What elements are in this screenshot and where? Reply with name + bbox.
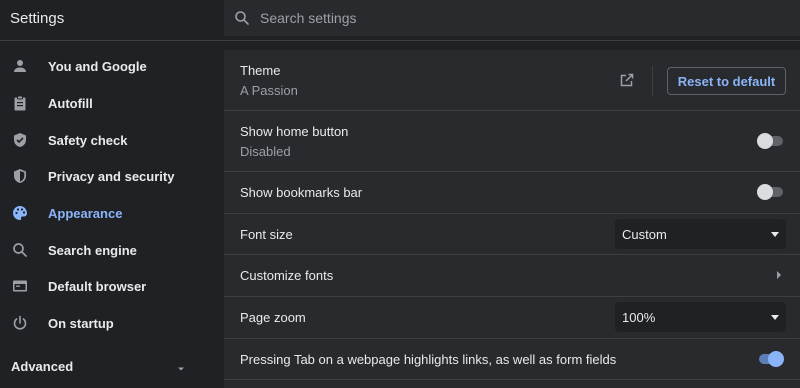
- page-zoom-row: Page zoom 100%: [224, 297, 800, 339]
- search-bar[interactable]: [224, 0, 800, 36]
- home-button-row[interactable]: Show home button Disabled: [224, 111, 800, 172]
- theme-title: Theme: [240, 63, 281, 78]
- page-zoom-value: 100%: [622, 310, 656, 325]
- dropdown-arrow-icon: [771, 232, 779, 237]
- font-size-row: Font size Custom: [224, 214, 800, 255]
- sidebar-item-label: On startup: [48, 315, 114, 331]
- shield-check-icon: [11, 131, 29, 149]
- page-zoom-select[interactable]: 100%: [615, 302, 786, 332]
- sidebar: You and Google Autofill Safety check Pri…: [0, 41, 222, 388]
- sidebar-item-label: Appearance: [48, 205, 123, 221]
- reset-to-default-button[interactable]: Reset to default: [667, 67, 786, 95]
- top-bar: Settings: [0, 0, 800, 41]
- sidebar-item-on-startup[interactable]: On startup: [0, 305, 222, 341]
- palette-icon: [11, 204, 29, 222]
- app-title: Settings: [10, 10, 65, 27]
- customize-fonts-title: Customize fonts: [240, 268, 334, 283]
- power-icon: [11, 314, 29, 332]
- bookmarks-bar-title: Show bookmarks bar: [240, 185, 363, 200]
- shield-icon: [11, 167, 29, 185]
- search-input[interactable]: [260, 8, 760, 28]
- sidebar-item-label: Privacy and security: [48, 168, 175, 184]
- sidebar-item-label: Autofill: [48, 95, 93, 111]
- browser-window-icon: [11, 277, 29, 295]
- tab-highlight-row[interactable]: Pressing Tab on a webpage highlights lin…: [224, 339, 800, 380]
- sidebar-item-label: Default browser: [48, 278, 147, 294]
- home-button-toggle[interactable]: [757, 131, 784, 151]
- tab-highlight-title: Pressing Tab on a webpage highlights lin…: [240, 352, 617, 367]
- sidebar-item-you-and-google[interactable]: You and Google: [0, 48, 222, 84]
- font-size-select[interactable]: Custom: [615, 219, 786, 249]
- sidebar-item-label: Search engine: [48, 242, 137, 258]
- sidebar-item-appearance[interactable]: Appearance: [0, 195, 222, 231]
- sidebar-item-safety-check[interactable]: Safety check: [0, 122, 222, 158]
- home-button-value: Disabled: [240, 144, 291, 159]
- font-size-title: Font size: [240, 227, 293, 242]
- dropdown-arrow-icon: [771, 315, 779, 320]
- advanced-section-toggle[interactable]: Advanced: [11, 359, 73, 374]
- person-icon: [11, 57, 29, 75]
- sidebar-item-label: Safety check: [48, 132, 128, 148]
- sidebar-item-privacy-and-security[interactable]: Privacy and security: [0, 158, 222, 194]
- appearance-card: Theme A Passion Reset to default Show ho…: [224, 50, 800, 388]
- sidebar-item-autofill[interactable]: Autofill: [0, 85, 222, 121]
- page-zoom-title: Page zoom: [240, 310, 306, 325]
- bookmarks-bar-row[interactable]: Show bookmarks bar: [224, 172, 800, 214]
- clipboard-icon: [11, 94, 29, 112]
- search-icon: [11, 241, 29, 259]
- sidebar-item-label: You and Google: [48, 58, 147, 74]
- open-in-new-icon[interactable]: [619, 72, 635, 88]
- theme-row: Theme A Passion Reset to default: [224, 50, 800, 111]
- font-size-value: Custom: [622, 227, 667, 242]
- sidebar-item-default-browser[interactable]: Default browser: [0, 268, 222, 304]
- theme-value: A Passion: [240, 83, 298, 98]
- chevron-down-icon: [178, 367, 184, 371]
- divider: [652, 66, 653, 96]
- chevron-right-icon: [777, 271, 781, 279]
- tab-highlight-toggle[interactable]: [757, 349, 784, 369]
- home-button-title: Show home button: [240, 124, 349, 139]
- sidebar-item-search-engine[interactable]: Search engine: [0, 232, 222, 268]
- search-icon: [235, 11, 249, 25]
- customize-fonts-row[interactable]: Customize fonts: [224, 255, 800, 297]
- bookmarks-bar-toggle[interactable]: [757, 182, 784, 202]
